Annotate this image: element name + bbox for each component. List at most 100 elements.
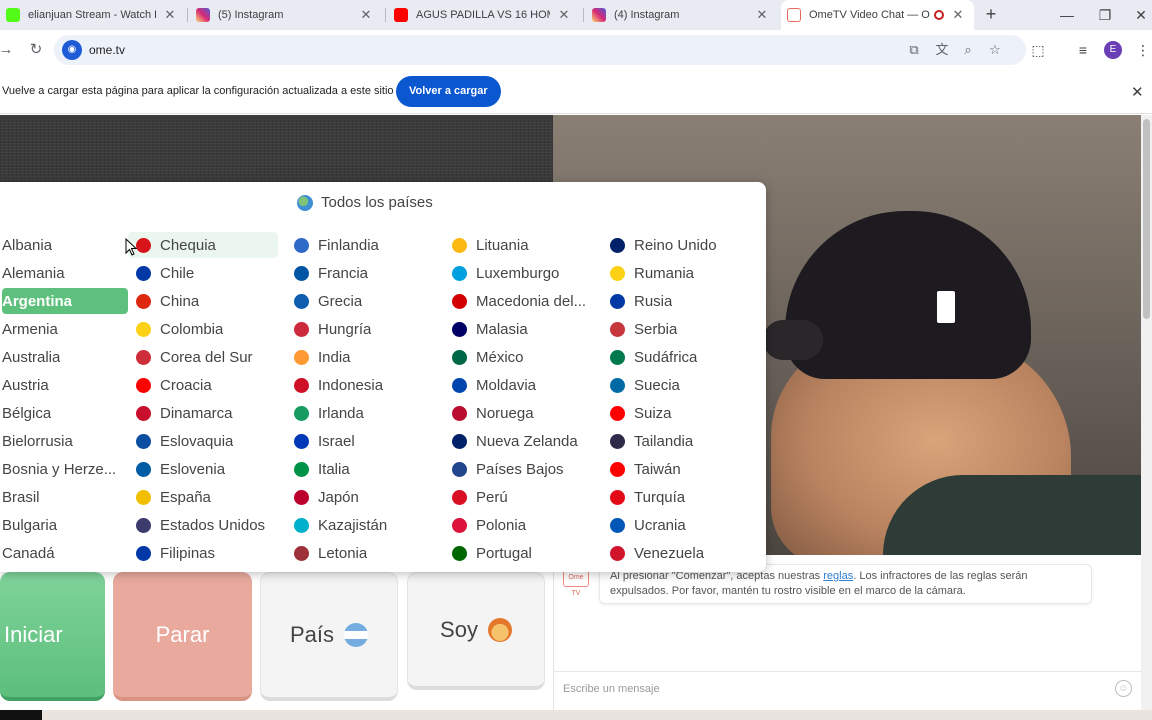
tab-kick-stream[interactable]: elianjuan Stream - Watch Live o ✕ xyxy=(0,0,186,30)
bookmark-star-icon[interactable]: ☆ xyxy=(987,42,1003,58)
address-bar[interactable]: ◉ ome.tv ⧉ 文 ⌕ ☆ xyxy=(54,35,1026,65)
close-infobar-icon[interactable]: ✕ xyxy=(1131,83,1144,101)
country-option[interactable]: Bosnia y Herze... xyxy=(2,456,128,482)
country-option[interactable]: Hungría xyxy=(294,316,444,342)
country-option[interactable]: Finlandia xyxy=(294,232,444,258)
country-option[interactable]: México xyxy=(452,344,602,370)
country-option[interactable]: Luxemburgo xyxy=(452,260,602,286)
country-option[interactable]: Malasia xyxy=(452,316,602,342)
country-option[interactable]: Israel xyxy=(294,428,444,454)
country-option[interactable]: Polonia xyxy=(452,512,602,538)
country-option[interactable]: Chile xyxy=(136,260,286,286)
close-tab-icon[interactable]: ✕ xyxy=(556,7,572,23)
country-option[interactable]: Países Bajos xyxy=(452,456,602,482)
country-option[interactable]: Alemania xyxy=(2,260,128,286)
install-app-icon[interactable]: ⧉ xyxy=(906,42,922,58)
country-option[interactable]: Eslovenia xyxy=(136,456,286,482)
close-tab-icon[interactable]: ✕ xyxy=(358,7,374,23)
country-option[interactable]: Irlanda xyxy=(294,400,444,426)
country-option[interactable]: Serbia xyxy=(610,316,760,342)
media-control-icon[interactable]: ≡ xyxy=(1074,41,1092,59)
country-option[interactable]: Dinamarca xyxy=(136,400,286,426)
country-option[interactable]: Sudáfrica xyxy=(610,344,760,370)
forward-icon[interactable]: → xyxy=(0,38,18,62)
close-tab-icon[interactable]: ✕ xyxy=(950,7,966,23)
minimize-button[interactable]: — xyxy=(1048,0,1086,30)
zoom-icon[interactable]: ⌕ xyxy=(960,42,976,58)
reload-icon[interactable]: ↻ xyxy=(24,38,48,62)
close-tab-icon[interactable]: ✕ xyxy=(754,7,770,23)
country-option[interactable]: Grecia xyxy=(294,288,444,314)
chat-input[interactable]: Escribe un mensaje ☺ xyxy=(554,671,1142,705)
country-option[interactable]: Turquía xyxy=(610,484,760,510)
country-option[interactable]: Croacia xyxy=(136,372,286,398)
country-option[interactable]: Bielorrusia xyxy=(2,428,128,454)
country-option[interactable]: Armenia xyxy=(2,316,128,342)
country-option[interactable]: Italia xyxy=(294,456,444,482)
country-option[interactable]: Ucrania xyxy=(610,512,760,538)
country-option[interactable]: Suiza xyxy=(610,400,760,426)
country-option[interactable]: Eslovaquia xyxy=(136,428,286,454)
country-option[interactable]: Francia xyxy=(294,260,444,286)
all-countries-option[interactable]: Todos los países xyxy=(0,182,766,224)
camera-person-shirt xyxy=(883,475,1141,555)
country-option[interactable]: Perú xyxy=(452,484,602,510)
country-option[interactable]: Tailandia xyxy=(610,428,760,454)
country-option[interactable]: Argentina xyxy=(2,288,128,314)
country-option[interactable]: Lituania xyxy=(452,232,602,258)
page-scrollbar-thumb[interactable] xyxy=(1143,119,1150,319)
country-option[interactable]: Rumania xyxy=(610,260,760,286)
country-option[interactable]: China xyxy=(136,288,286,314)
country-option[interactable]: Nueva Zelanda xyxy=(452,428,602,454)
country-name: Brasil xyxy=(2,488,40,506)
stop-button[interactable]: Parar xyxy=(113,572,252,701)
translate-icon[interactable]: 文 xyxy=(934,42,950,58)
country-option[interactable]: Canadá xyxy=(2,540,128,566)
start-button[interactable]: Iniciar xyxy=(0,572,105,701)
country-option[interactable]: Portugal xyxy=(452,540,602,566)
close-window-button[interactable]: ✕ xyxy=(1122,0,1152,30)
country-option[interactable]: Macedonia del... xyxy=(452,288,602,314)
menu-kebab-icon[interactable]: ⋮ xyxy=(1134,41,1152,59)
country-option[interactable]: Albania xyxy=(2,232,128,258)
country-option[interactable]: Reino Unido xyxy=(610,232,760,258)
country-option[interactable]: Bélgica xyxy=(2,400,128,426)
tab-instagram-4[interactable]: (4) Instagram ✕ xyxy=(586,0,778,30)
tab-youtube-video[interactable]: AGUS PADILLA VS 16 HOMBRE ✕ xyxy=(388,0,580,30)
site-info-icon[interactable]: ◉ xyxy=(62,40,82,60)
country-option[interactable]: Noruega xyxy=(452,400,602,426)
country-button[interactable]: País xyxy=(260,572,398,701)
extensions-icon[interactable]: ⬚ xyxy=(1029,41,1047,59)
country-option[interactable]: Bulgaria xyxy=(2,512,128,538)
country-option[interactable]: Moldavia xyxy=(452,372,602,398)
close-tab-icon[interactable]: ✕ xyxy=(162,7,178,23)
country-option[interactable]: Brasil xyxy=(2,484,128,510)
restore-button[interactable]: ❐ xyxy=(1086,0,1124,30)
country-option[interactable]: Corea del Sur xyxy=(136,344,286,370)
country-option[interactable]: Venezuela xyxy=(610,540,760,566)
country-option[interactable]: Indonesia xyxy=(294,372,444,398)
country-option[interactable]: Australia xyxy=(2,344,128,370)
tab-instagram-5[interactable]: (5) Instagram ✕ xyxy=(190,0,382,30)
country-option[interactable]: Colombia xyxy=(136,316,286,342)
new-tab-button[interactable]: + xyxy=(980,4,1002,26)
country-option[interactable]: Filipinas xyxy=(136,540,286,566)
country-name: Taiwán xyxy=(634,460,681,478)
rules-link[interactable]: reglas xyxy=(823,570,853,582)
country-option[interactable]: Austria xyxy=(2,372,128,398)
country-option[interactable]: Japón xyxy=(294,484,444,510)
country-option[interactable]: Kazajistán xyxy=(294,512,444,538)
country-option[interactable]: Taiwán xyxy=(610,456,760,482)
country-option[interactable]: Suecia xyxy=(610,372,760,398)
country-option[interactable]: Estados Unidos xyxy=(136,512,286,538)
country-option[interactable]: Letonia xyxy=(294,540,444,566)
profile-avatar[interactable]: E xyxy=(1104,41,1122,59)
country-option[interactable]: Rusia xyxy=(610,288,760,314)
country-option[interactable]: Chequia xyxy=(128,232,278,258)
reload-page-button[interactable]: Volver a cargar xyxy=(396,76,501,107)
emoji-icon[interactable]: ☺ xyxy=(1115,680,1132,697)
country-option[interactable]: España xyxy=(136,484,286,510)
tab-ometv[interactable]: OmeTV Video Chat — Ome ✕ xyxy=(781,0,974,30)
gender-button[interactable]: Soy xyxy=(407,572,545,690)
country-option[interactable]: India xyxy=(294,344,444,370)
